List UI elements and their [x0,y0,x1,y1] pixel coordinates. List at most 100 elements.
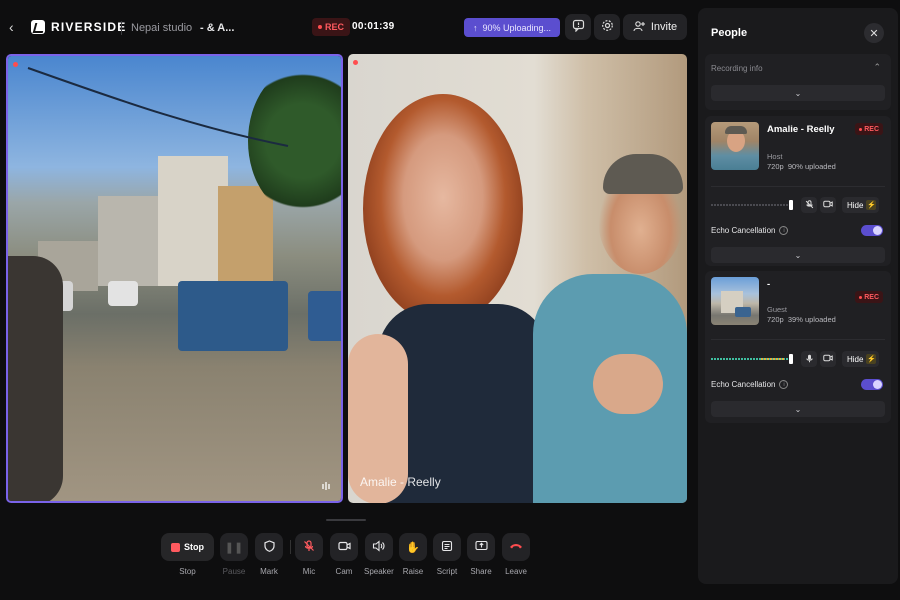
participant-thumbnail [711,122,759,170]
recording-info-expand[interactable]: ⌄ [711,85,885,101]
pause-button-body[interactable]: ❚❚ [220,533,248,561]
video-tile-host[interactable]: Amalie - Reelly [348,54,687,503]
control-label: Script [436,567,458,576]
drag-handle[interactable] [326,519,366,521]
participant-expand[interactable]: ⌄ [711,401,885,417]
recording-dot-icon [13,62,18,67]
pause-icon: ❚❚ [224,541,244,554]
participant-card-host: Amalie - Reelly Host 720p 90% uploaded R… [705,116,891,266]
participant-rec-badge: REC [855,123,883,135]
control-label: Raise [402,567,424,576]
hide-participant-button[interactable]: Hide ⚡ [842,197,880,213]
control-label: Pause [222,567,246,576]
control-label: Leave [505,567,527,576]
echo-cancellation-toggle[interactable] [861,225,883,236]
camera-icon [823,354,833,364]
participant-card-guest: - Guest 720p 39% uploaded REC Hide ⚡ Ech… [705,271,891,423]
participant-role: Guest [767,305,788,314]
mute-participant-button[interactable] [801,197,817,213]
mic-button[interactable]: Mic [295,533,323,576]
rec-label: REC [325,22,345,32]
camera-icon [823,200,833,210]
add-user-icon [633,20,645,35]
recording-dot-icon [353,60,358,65]
hide-participant-button[interactable]: Hide ⚡ [842,351,880,367]
info-icon[interactable]: i [779,226,789,235]
echo-cancellation-label: Echo Cancellation [711,380,776,389]
mute-participant-button[interactable] [801,351,817,367]
recording-info-label: Recording info [711,64,763,73]
video-tile-guest[interactable] [6,54,343,503]
control-label: Cam [335,567,353,576]
chevron-down-icon: ⌄ [794,404,802,414]
info-icon[interactable]: i [779,380,789,389]
mic-off-icon [303,539,315,555]
invite-button[interactable]: Invite [623,14,687,40]
chevron-up-icon[interactable]: ⌃ [873,62,881,73]
audio-level-peak [761,358,785,360]
leave-button[interactable]: Leave [502,533,530,576]
chevron-down-icon: ⌄ [794,250,802,260]
audio-level-meter [711,204,791,206]
hand-icon: ✋ [406,541,420,554]
rec-dot-icon [318,25,322,29]
gear-icon [601,19,614,35]
participant-role: Host [767,152,783,161]
mic-off-icon [805,199,814,211]
participant-camera-button[interactable] [820,351,836,367]
session-name: - & A... [200,22,235,34]
lightning-icon: ⚡ [866,200,877,210]
rec-label: REC [864,293,879,301]
speaker-button[interactable]: Speaker [364,533,394,576]
control-label: Stop [179,567,196,576]
control-label: Mark [260,567,278,576]
hide-label: Hide [847,354,864,364]
script-button-body[interactable] [433,533,461,561]
control-label: Speaker [364,567,394,576]
studio-app: ‹ RIVERSIDE Nepai studio - & A... REC 00… [0,0,900,600]
recording-info-section: Recording info ⌃ ⌄ [705,54,891,110]
echo-cancellation-toggle[interactable] [861,379,883,390]
divider [121,21,122,35]
settings-button[interactable] [594,14,620,40]
raise-hand-button[interactable]: ✋ Raise [399,533,427,576]
top-bar: ‹ RIVERSIDE Nepai studio - & A... REC 00… [0,8,695,46]
stop-recording-button[interactable]: Stop Stop [161,533,214,576]
camera-button[interactable]: Cam [330,533,358,576]
stop-button-body[interactable]: Stop [161,533,214,561]
participant-rec-badge: REC [855,291,883,303]
recording-badge: REC [312,18,351,36]
mark-button[interactable]: Mark [255,533,283,576]
script-button[interactable]: Script [433,533,461,576]
participant-stats: 720p 39% uploaded [767,315,836,324]
script-icon [441,540,453,555]
mark-button-body[interactable] [255,533,283,561]
share-button-body[interactable] [467,533,495,561]
speaker-button-body[interactable] [364,533,393,561]
back-arrow-icon[interactable]: ‹ [9,20,21,34]
rec-label: REC [864,125,879,133]
divider [711,186,885,187]
participant-thumbnail [711,277,759,325]
tile-name-label: Amalie - Reelly [360,475,441,489]
people-panel: People ✕ Recording info ⌃ ⌄ Amalie - Ree… [698,8,898,584]
participant-camera-button[interactable] [820,197,836,213]
phone-hangup-icon [509,541,523,553]
feedback-button[interactable] [565,14,591,40]
guest-video-feed [8,56,341,501]
leave-button-body[interactable] [502,533,530,561]
hide-label: Hide [847,200,864,210]
camera-button-body[interactable] [330,533,358,561]
raise-button-body[interactable]: ✋ [399,533,427,561]
upload-arrow-icon: ↑ [473,22,478,33]
pause-button[interactable]: ❚❚ Pause [220,533,248,576]
upload-label: 90% Uploading... [482,22,552,33]
speaker-icon [372,539,385,555]
mic-button-body[interactable] [295,533,323,561]
close-panel-button[interactable]: ✕ [864,23,884,43]
participant-expand[interactable]: ⌄ [711,247,885,263]
volume-slider-knob[interactable] [789,354,793,364]
control-label: Mic [302,567,316,576]
volume-slider-knob[interactable] [789,200,793,210]
share-button[interactable]: Share [467,533,495,576]
